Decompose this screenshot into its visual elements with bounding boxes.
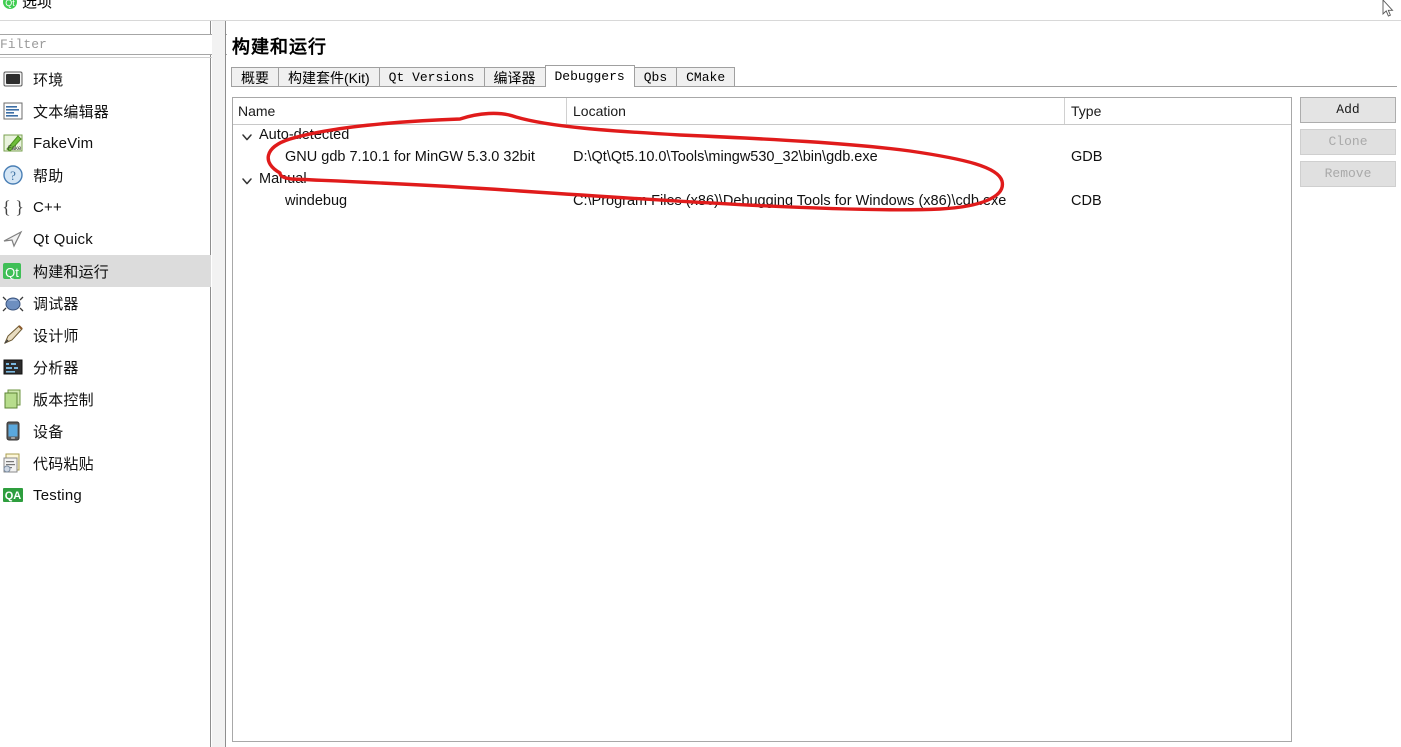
column-header-location[interactable]: Location xyxy=(573,103,626,119)
sidebar-item-label: FakeVim xyxy=(33,134,94,152)
sidebar-item-1[interactable]: 环境 xyxy=(0,63,211,95)
chevron-down-icon[interactable] xyxy=(241,174,253,186)
cell-location: C:\Program Files (x86)\Debugging Tools f… xyxy=(573,193,1007,209)
qt-creator-icon: Qt xyxy=(3,0,17,9)
tab-qbs[interactable]: Qbs xyxy=(633,67,678,87)
cell-name: Manual xyxy=(259,171,307,187)
cell-type: GDB xyxy=(1071,149,1103,165)
cell-name: Auto-detected xyxy=(259,127,350,143)
sidebar-item-8[interactable]: 调试器 xyxy=(0,287,211,319)
sidebar-item-13[interactable]: 代码粘贴 xyxy=(0,447,211,479)
remove-button: Remove xyxy=(1300,161,1396,187)
svg-text:QA: QA xyxy=(5,490,22,502)
tab-cmake[interactable]: CMake xyxy=(676,67,736,87)
column-divider[interactable] xyxy=(566,98,567,124)
sidebar-item-label: Testing xyxy=(33,486,82,504)
version-control-icon xyxy=(2,388,24,410)
options-dialog: Qt 选项 Filter 环境 文本编辑器 Fake FakeVim? 帮助 { } C++… xyxy=(0,0,1401,747)
svg-text:Qt: Qt xyxy=(5,0,15,8)
tab-bar: 概要 构建套件(Kit) Qt Versions 编译器 Debuggers Qbs CMa… xyxy=(231,65,736,87)
filter-input[interactable]: Filter xyxy=(0,34,242,55)
tab--kit-[interactable]: 构建套件(Kit) xyxy=(278,67,380,87)
window-titlebar: Qt 选项 xyxy=(0,0,1401,21)
sidebar-item-12[interactable]: 设备 xyxy=(0,415,211,447)
tab-bar-underline xyxy=(231,86,1397,87)
sidebar-item-list: 环境 文本编辑器 Fake FakeVim? 帮助 { } C++ Qt Quick Qt 构建和… xyxy=(0,63,211,511)
sidebar-item-3[interactable]: Fake FakeVim xyxy=(0,127,211,159)
sidebar-item-label: 帮助 xyxy=(33,167,64,185)
sidebar-item-9[interactable]: 设计师 xyxy=(0,319,211,351)
cell-location: D:\Qt\Qt5.10.0\Tools\mingw530_32\bin\gdb… xyxy=(573,149,878,165)
sidebar-item-label: 调试器 xyxy=(33,295,79,313)
qt-quick-icon xyxy=(2,228,24,250)
testing-icon: QA xyxy=(2,484,24,506)
tree-body: Auto-detected GNU gdb 7.10.1 for MinGW 5.… xyxy=(233,125,1291,213)
main-panel: 构建和运行 概要 构建套件(Kit) Qt Versions 编译器 Debuggers… xyxy=(227,21,1401,747)
text-editor-icon xyxy=(2,100,24,122)
sidebar-item-label: 代码粘贴 xyxy=(33,455,94,473)
sidebar-item-label: C++ xyxy=(33,198,62,216)
svg-text:?: ? xyxy=(10,168,16,183)
action-button-column: Add Clone Remove xyxy=(1300,97,1396,193)
environment-icon xyxy=(2,68,24,90)
analyzer-icon xyxy=(2,356,24,378)
help-icon: ? xyxy=(2,164,24,186)
devices-icon xyxy=(2,420,24,442)
sidebar-item-14[interactable]: QA Testing xyxy=(0,479,211,511)
sidebar-item-label: 分析器 xyxy=(33,359,79,377)
clone-button: Clone xyxy=(1300,129,1396,155)
tree-item-row[interactable]: GNU gdb 7.10.1 for MinGW 5.3.0 32bit D:\Q… xyxy=(233,147,1291,169)
build-run-icon: Qt xyxy=(2,260,24,282)
tree-group-row[interactable]: Manual xyxy=(233,169,1291,191)
sidebar-item-2[interactable]: 文本编辑器 xyxy=(0,95,211,127)
sidebar-item-label: Qt Quick xyxy=(33,230,93,248)
debugger-icon xyxy=(2,292,24,314)
add-button[interactable]: Add xyxy=(1300,97,1396,123)
tree-header: Name Location Type xyxy=(233,98,1291,125)
sidebar-item-label: 版本控制 xyxy=(33,391,94,409)
cell-type: CDB xyxy=(1071,193,1102,209)
sidebar-item-label: 环境 xyxy=(33,71,64,89)
sidebar-item-7[interactable]: Qt 构建和运行 xyxy=(0,255,211,287)
sidebar-item-label: 设计师 xyxy=(33,327,79,345)
sidebar-item-4[interactable]: ? 帮助 xyxy=(0,159,211,191)
tab--[interactable]: 概要 xyxy=(231,67,279,87)
page-title: 构建和运行 xyxy=(232,37,327,57)
tab-qt-versions[interactable]: Qt Versions xyxy=(378,67,485,87)
svg-text:Qt: Qt xyxy=(5,265,19,280)
sidebar-scrollbar[interactable] xyxy=(212,21,226,747)
options-sidebar: Filter 环境 文本编辑器 Fake FakeVim? 帮助 { } C++ Qt Qui… xyxy=(0,21,242,747)
sidebar-item-label: 设备 xyxy=(33,423,64,441)
filter-divider xyxy=(0,57,212,58)
cell-name: GNU gdb 7.10.1 for MinGW 5.3.0 32bit xyxy=(285,149,535,165)
cpp-icon: { } xyxy=(2,196,24,218)
svg-text:{ }: { } xyxy=(2,197,24,217)
tab-debuggers[interactable]: Debuggers xyxy=(544,65,635,87)
sidebar-item-10[interactable]: 分析器 xyxy=(0,351,211,383)
sidebar-item-6[interactable]: Qt Quick xyxy=(0,223,211,255)
mouse-cursor-icon xyxy=(1382,0,1394,17)
debuggers-tree[interactable]: Name Location Type Auto-detected GNU gdb 7.… xyxy=(232,97,1292,742)
svg-text:Fake: Fake xyxy=(8,146,22,152)
fakevim-icon: Fake xyxy=(2,132,24,154)
column-header-name[interactable]: Name xyxy=(238,103,275,119)
tree-item-row[interactable]: windebug C:\Program Files (x86)\Debugging… xyxy=(233,191,1291,213)
tree-group-row[interactable]: Auto-detected xyxy=(233,125,1291,147)
window-title: 选项 xyxy=(22,0,53,11)
designer-icon xyxy=(2,324,24,346)
code-paste-icon xyxy=(2,452,24,474)
chevron-down-icon[interactable] xyxy=(241,130,253,142)
tab--[interactable]: 编译器 xyxy=(483,67,546,87)
sidebar-item-5[interactable]: { } C++ xyxy=(0,191,211,223)
column-divider[interactable] xyxy=(1064,98,1065,124)
sidebar-item-label: 构建和运行 xyxy=(33,263,110,281)
sidebar-item-11[interactable]: 版本控制 xyxy=(0,383,211,415)
sidebar-item-label: 文本编辑器 xyxy=(33,103,110,121)
cell-name: windebug xyxy=(285,193,348,209)
column-header-type[interactable]: Type xyxy=(1071,103,1101,119)
